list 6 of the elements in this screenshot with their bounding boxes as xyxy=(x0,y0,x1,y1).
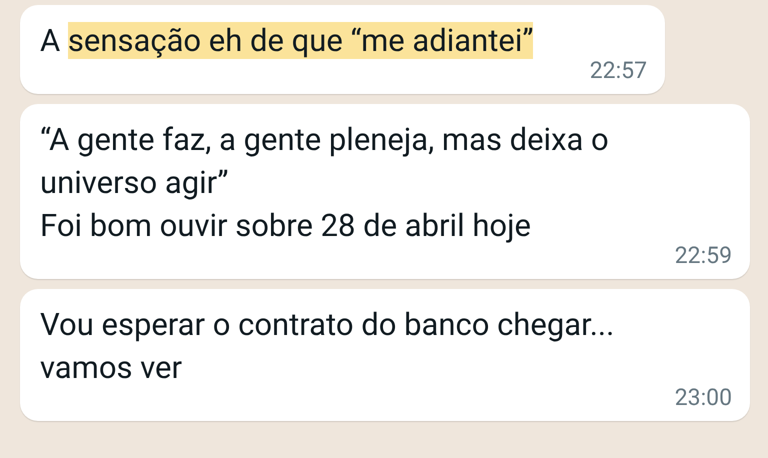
message-time: 22:57 xyxy=(590,56,647,86)
message-text: A sensação eh de que “me adiantei” xyxy=(40,21,534,61)
message-text: Vou esperar o contrato do banco chegar... vamos ver xyxy=(40,305,616,388)
message-time: 23:00 xyxy=(674,383,732,413)
message-text: “A gente faz, a gente pleneja, mas deixa o universo agir” Foi bom ouvir sobre 28 de abril hoje xyxy=(40,120,610,246)
message-time: 22:59 xyxy=(674,241,732,271)
